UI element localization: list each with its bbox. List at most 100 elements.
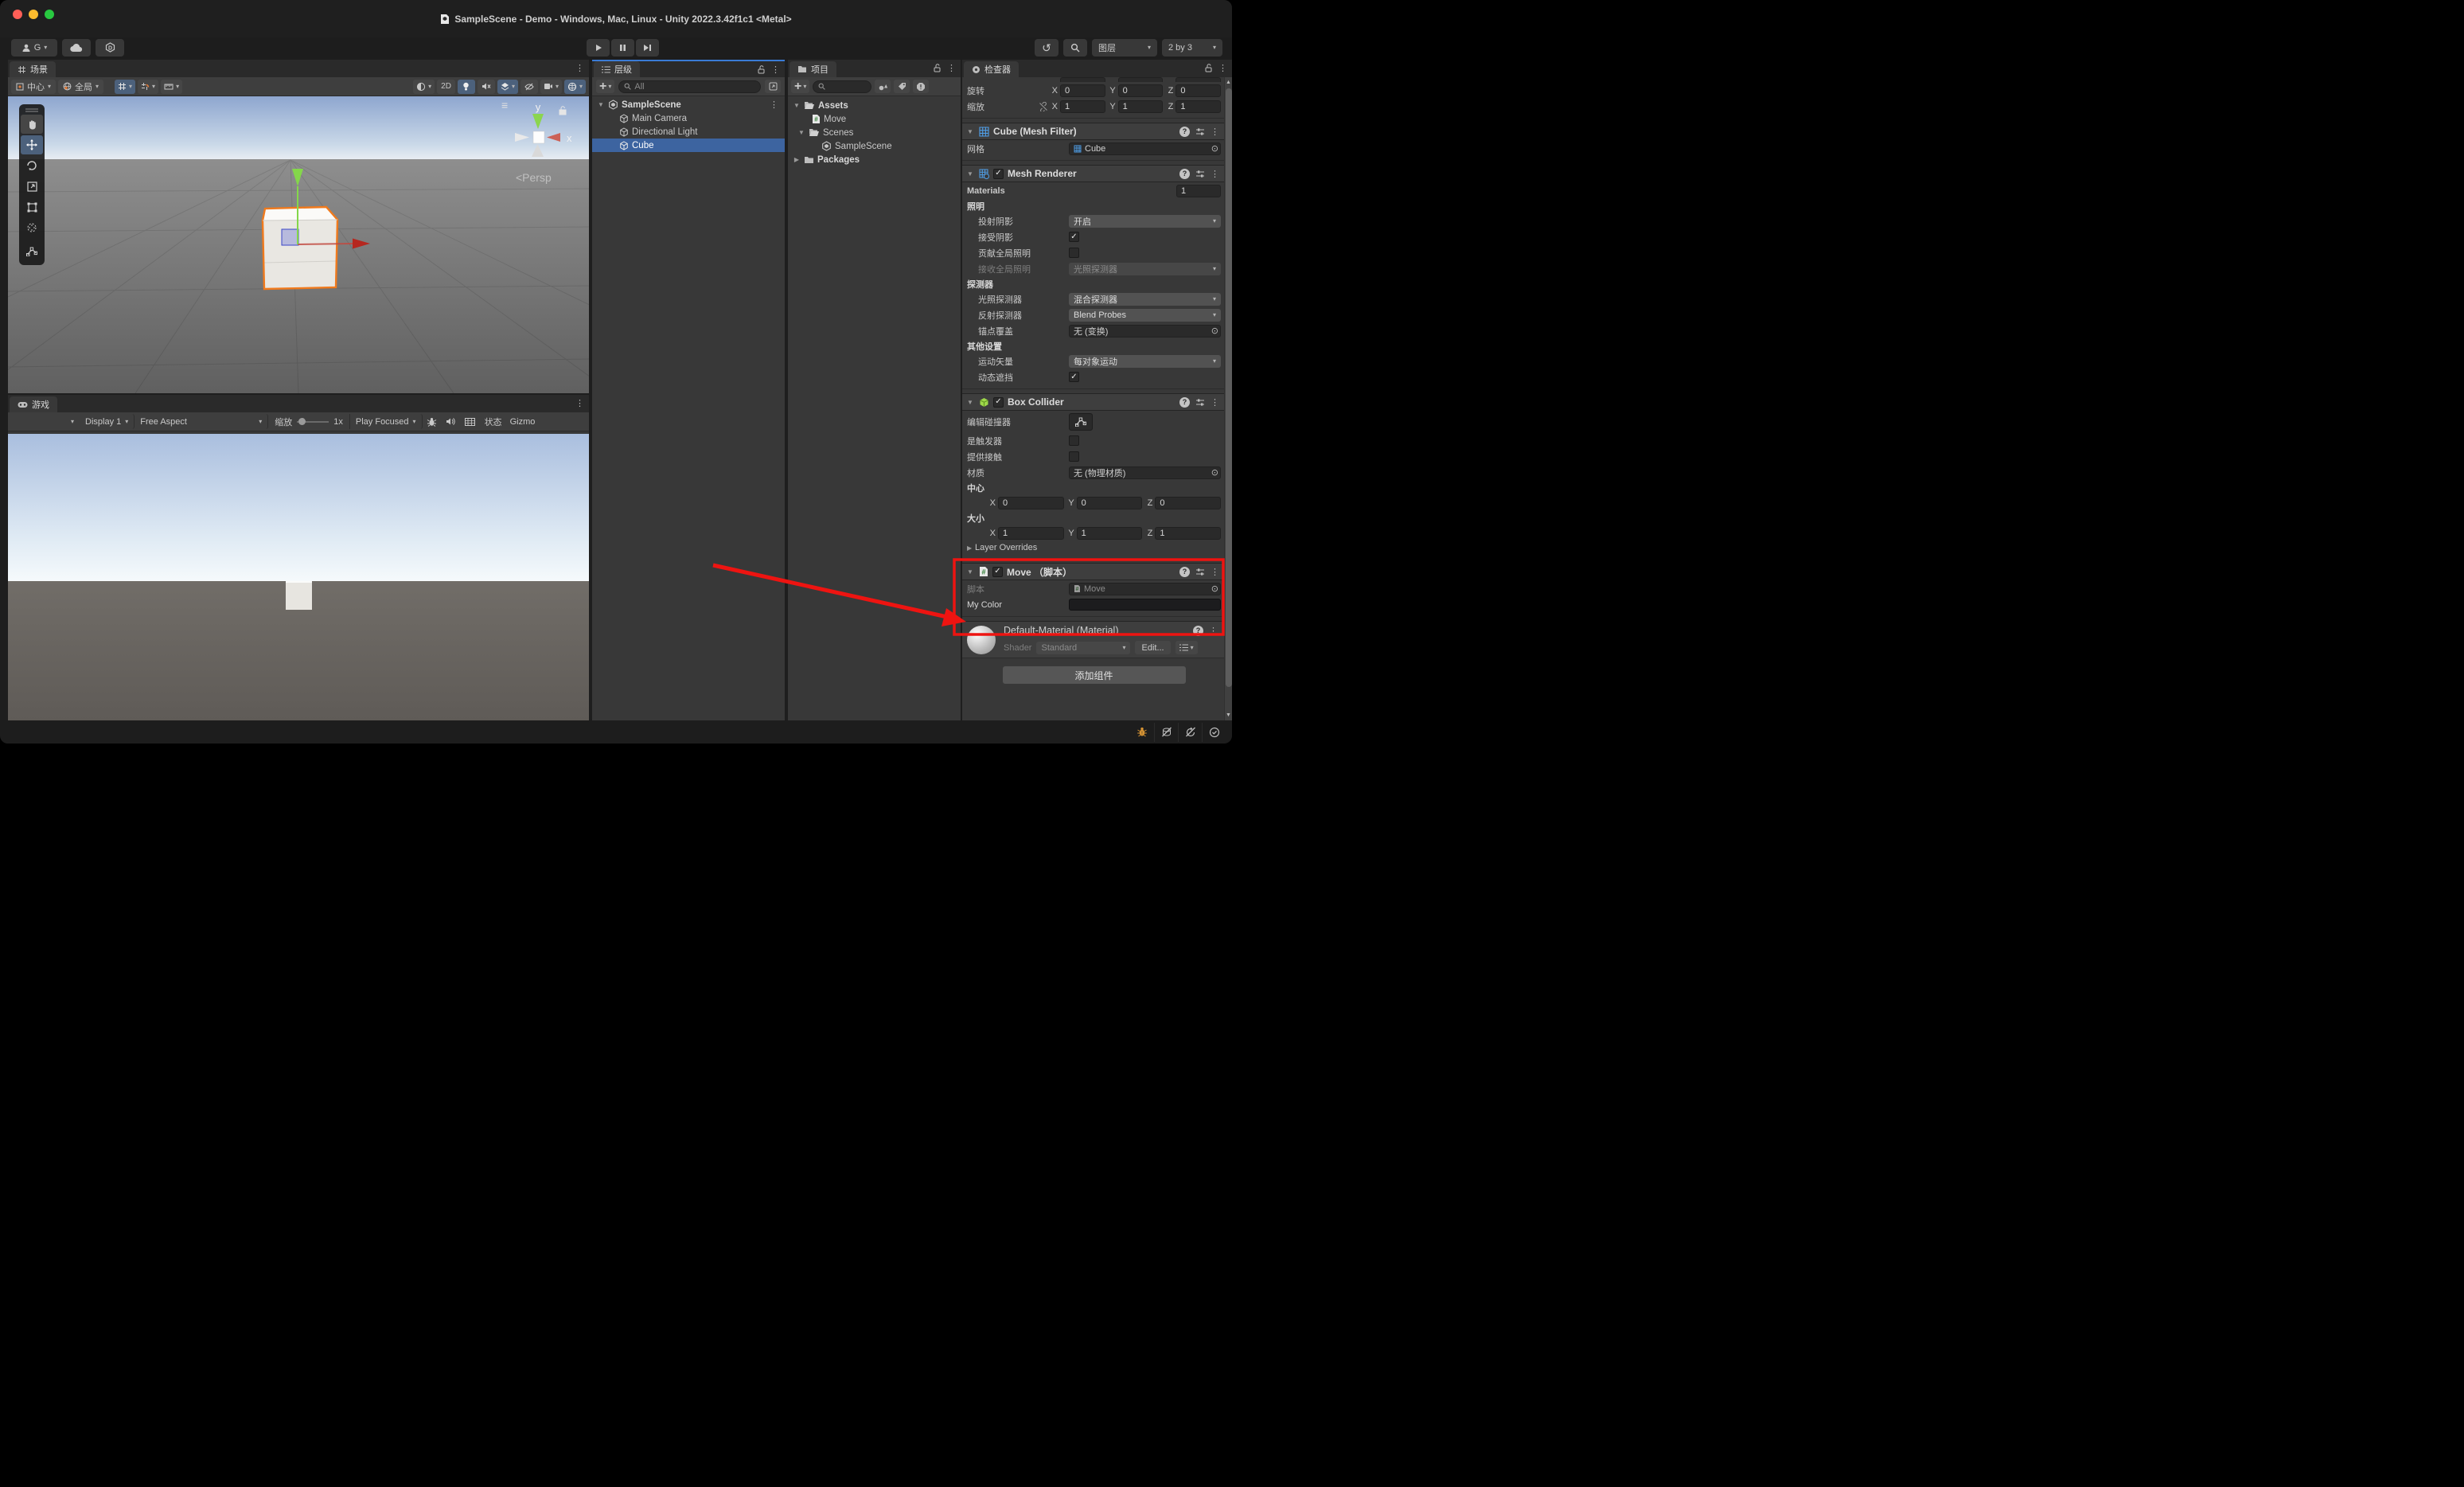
foldout-icon[interactable]: ▼ [793,102,801,109]
receive-shadows-checkbox[interactable]: ✓ [1069,232,1079,242]
rect-tool-button[interactable] [21,197,43,217]
object-picker-icon[interactable]: ⊙ [1211,143,1218,154]
tab-scene[interactable]: 场景 [10,61,56,77]
position-y-field[interactable] [1118,77,1164,82]
custom-tool-button[interactable] [21,242,43,261]
motion-vectors-dropdown[interactable]: 每对象运动 ▾ [1069,355,1221,368]
account-button[interactable]: G ▾ [11,39,57,57]
hidden-packages-button[interactable] [913,80,929,93]
help-icon[interactable]: ? [1179,127,1190,137]
component-kebab-icon[interactable]: ⋮ [1211,397,1219,408]
scroll-up-arrow[interactable]: ▲ [1226,77,1231,87]
foldout-icon[interactable]: ▼ [967,399,975,406]
layout-dropdown[interactable]: 2 by 3 ▾ [1162,39,1222,57]
project-item-packages[interactable]: ▶ Packages [788,153,961,166]
aspect-dropdown[interactable]: Free Aspect ▾ [135,414,268,429]
overlay-drag-handle[interactable] [21,107,43,113]
scene-menu-kebab-icon[interactable]: ⋮ [575,63,584,73]
presets-icon[interactable] [1195,127,1205,136]
scene-viewport[interactable]: y x <Persp ≡ [8,96,589,393]
box-collider-header[interactable]: ▼ ✓ Box Collider ? ⋮ [962,393,1224,411]
material-kebab-icon[interactable]: ⋮ [1209,626,1218,636]
component-kebab-icon[interactable]: ⋮ [1211,127,1219,137]
audio-mute-toggle[interactable] [478,80,495,94]
component-kebab-icon[interactable]: ⋮ [1211,169,1219,179]
material-preview-sphere[interactable] [967,626,996,654]
hand-tool-button[interactable] [21,115,43,134]
pause-button[interactable] [611,39,634,57]
inspector-scrollbar[interactable]: ▲ ▼ [1224,77,1232,720]
step-button[interactable] [636,39,659,57]
gizmos-dropdown[interactable]: ▾ [564,80,586,94]
increment-snap-toggle[interactable]: ▾ [138,80,158,94]
object-picker-icon[interactable]: ⊙ [1211,326,1218,336]
light-probes-dropdown[interactable]: 混合探测器 ▾ [1069,293,1221,306]
size-x-field[interactable]: 1 [998,527,1064,540]
gizmos-button[interactable]: Gizmo [507,414,539,429]
frame-debugger-button[interactable] [423,414,442,429]
display-mode-dropdown[interactable]: ▾ [65,414,80,429]
presets-icon[interactable] [1195,568,1205,576]
cloud-services-button[interactable] [62,39,91,57]
cast-shadows-dropdown[interactable]: 开启 ▾ [1069,215,1221,228]
position-z-field[interactable] [1175,77,1221,82]
inspector-menu-kebab-icon[interactable]: ⋮ [1218,63,1227,73]
help-icon[interactable]: ? [1179,567,1190,577]
shading-mode-dropdown[interactable]: ▾ [413,80,435,94]
provides-contacts-checkbox[interactable] [1069,451,1079,462]
foldout-icon[interactable]: ▼ [967,568,975,576]
play-focused-dropdown[interactable]: Play Focused ▾ [350,414,423,429]
zoom-slider[interactable] [297,421,329,423]
search-by-type-button[interactable] [875,80,891,93]
foldout-icon[interactable]: ▼ [967,170,975,178]
hierarchy-pick-button[interactable] [765,80,781,93]
snap-increment-dropdown[interactable]: ▾ [161,80,182,94]
layers-dropdown[interactable]: 图层 ▾ [1092,39,1157,57]
debugger-attach-button[interactable]: ! [1130,723,1154,742]
mesh-renderer-enabled-checkbox[interactable]: ✓ [993,169,1004,179]
project-item-scenes[interactable]: ▼ Scenes [788,126,961,139]
foldout-icon[interactable]: ▶ [967,544,975,552]
position-x-field[interactable] [1060,77,1105,82]
tab-hierarchy[interactable]: 层级 [594,61,640,77]
help-icon[interactable]: ? [1193,626,1203,636]
contribute-gi-checkbox[interactable] [1069,248,1079,258]
link-broken-icon[interactable] [1037,102,1050,111]
hierarchy-add-button[interactable]: + ▾ [596,80,614,93]
unity-version-control-button[interactable]: D [96,39,124,57]
rotation-z-field[interactable]: 0 [1175,84,1221,97]
play-button[interactable] [587,39,610,57]
add-component-button[interactable]: 添加组件 [1003,666,1186,684]
foldout-icon[interactable]: ▶ [793,156,801,163]
scroll-down-arrow[interactable]: ▼ [1226,710,1231,720]
edit-collider-button[interactable] [1069,413,1093,431]
mesh-object-field[interactable]: Cube ⊙ [1069,142,1221,155]
hierarchy-item-samplescene[interactable]: ▼ SampleScene ⋮ [592,98,785,111]
help-icon[interactable]: ? [1179,397,1190,408]
mesh-renderer-header[interactable]: ▼ ✓ Mesh Renderer ? ⋮ [962,165,1224,182]
scale-z-field[interactable]: 1 [1175,100,1221,113]
scrollbar-thumb[interactable] [1226,88,1232,687]
center-x-field[interactable]: 0 [998,497,1064,509]
search-button[interactable] [1063,39,1087,57]
tab-project[interactable]: 项目 [789,61,836,77]
is-trigger-checkbox[interactable] [1069,435,1079,446]
size-z-field[interactable]: 1 [1155,527,1221,540]
tab-inspector[interactable]: 检查器 [964,61,1019,77]
object-picker-icon[interactable]: ⊙ [1211,583,1218,594]
scale-x-field[interactable]: 1 [1060,100,1105,113]
materials-count-field[interactable]: 1 [1176,185,1221,197]
transform-tool-button[interactable] [21,218,43,237]
rotation-y-field[interactable]: 0 [1118,84,1164,97]
hierarchy-search[interactable] [618,80,761,93]
lock-open-icon[interactable] [758,65,765,74]
pivot-mode-dropdown[interactable]: 中心 ▾ [11,80,56,94]
scale-tool-button[interactable] [21,177,43,196]
zoom-slider-knob[interactable] [298,418,306,425]
effects-dropdown[interactable]: ▾ [497,80,518,94]
object-picker-icon[interactable]: ⊙ [1211,467,1218,478]
progress-status-button[interactable] [1202,723,1226,742]
presets-icon[interactable] [1195,398,1205,407]
scene-options-kebab-icon[interactable]: ⋮ [770,100,778,110]
lock-open-icon[interactable] [934,64,941,72]
